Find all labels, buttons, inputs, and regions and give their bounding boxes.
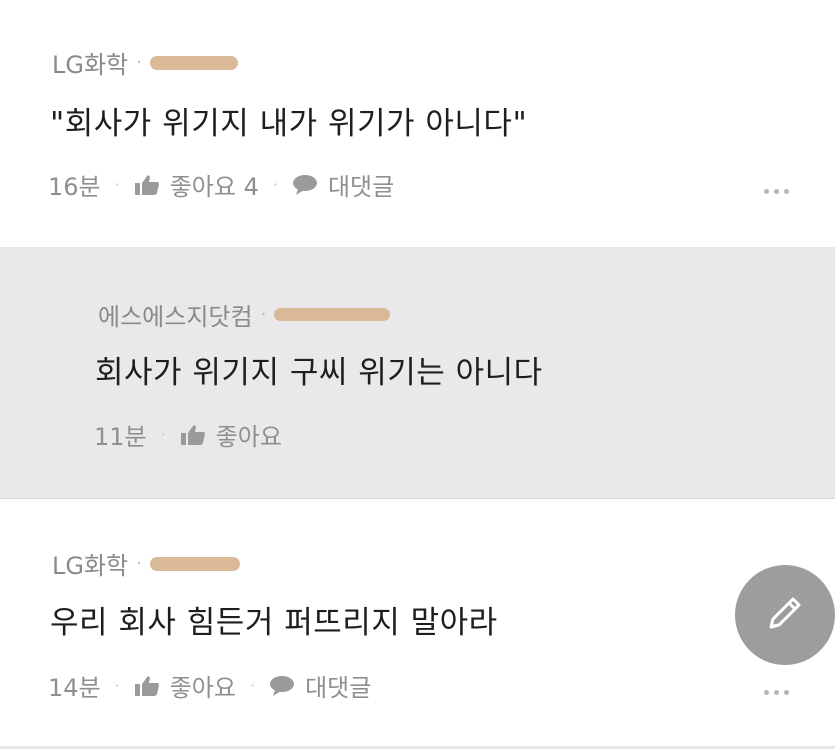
redacted-nickname [274,308,391,321]
comment-author[interactable]: LG화학 [52,546,128,581]
comment-item: LG화학 · "회사가 위기지 내가 위기가 아니다" 16분 · 좋아요 4 … [0,0,835,247]
comment-actions: 14분 · 좋아요 · 대댓글 [48,668,371,703]
reply-label: 대댓글 [327,173,395,201]
like-label: 좋아요 [215,423,282,451]
comment-meta: LG화학 · [52,45,238,80]
comment-time: 14분 [48,674,101,702]
comment-actions: 11분 · 좋아요 [94,417,282,452]
action-separator: · [272,175,278,194]
meta-separator: · [136,52,142,73]
comment-actions: 16분 · 좋아요 4 · 대댓글 [48,167,394,202]
meta-separator: · [260,304,267,325]
write-comment-button[interactable] [735,565,835,665]
thumbs-up-icon [134,174,160,196]
like-button[interactable]: 좋아요 4 [134,167,259,202]
action-separator: · [114,676,120,695]
action-separator: · [160,425,166,444]
action-separator: · [114,175,120,194]
reply-label: 대댓글 [305,674,372,702]
like-label: 좋아요 [169,674,236,702]
comment-meta: 에스에스지닷컴 · [98,297,391,332]
redacted-nickname [149,55,238,70]
action-separator: · [249,676,256,695]
speech-bubble-icon [292,174,318,196]
reply-item: 에스에스지닷컴 · 회사가 위기지 구씨 위기는 아니다 11분 · 좋아요 [0,247,835,498]
comment-text: 우리 회사 힘든거 퍼뜨리지 말아라 [50,605,498,641]
comment-meta: LG화학 · [52,546,240,581]
reply-button[interactable]: 대댓글 [292,167,394,202]
comment-item: LG화학 · 우리 회사 힘든거 퍼뜨리지 말아라 14분 · 좋아요 · 대댓… [0,498,835,749]
comment-text: 회사가 위기지 구씨 위기는 아니다 [95,355,543,391]
more-dots-icon[interactable] [764,189,789,194]
thumbs-up-icon [134,675,160,697]
like-button[interactable]: 좋아요 [134,668,236,703]
meta-separator: · [136,553,142,574]
comment-author[interactable]: 에스에스지닷컴 [98,297,253,332]
like-button[interactable]: 좋아요 [180,417,282,452]
more-dots-icon[interactable] [764,690,789,695]
comment-time: 16분 [48,173,101,201]
like-label: 좋아요 4 [169,173,259,201]
comment-text: "회사가 위기지 내가 위기가 아니다" [50,106,528,142]
pencil-icon [761,589,809,641]
speech-bubble-icon [269,675,295,697]
redacted-nickname [149,556,240,571]
comment-time: 11분 [94,423,147,451]
reply-button[interactable]: 대댓글 [269,668,371,703]
thumbs-up-icon [180,424,206,446]
comment-author[interactable]: LG화학 [52,45,128,80]
